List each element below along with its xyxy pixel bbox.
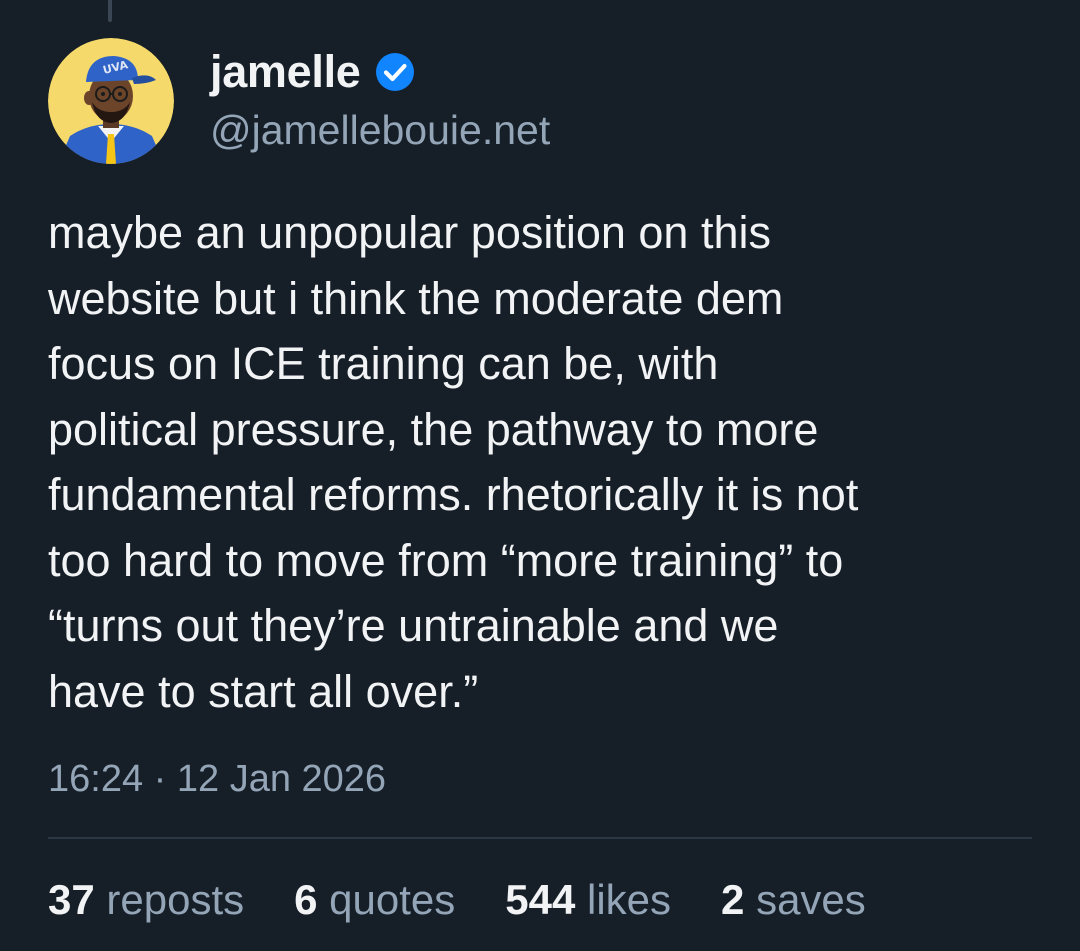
- author-name-row: jamelle: [210, 41, 550, 103]
- likes-count: 544: [505, 876, 576, 923]
- post-header: UVA jamelle @jamellebouie.net: [48, 38, 550, 164]
- post-timestamp: 16:24 · 12 Jan 2026: [48, 758, 387, 800]
- quotes-count: 6: [294, 876, 318, 923]
- saves-stat[interactable]: 2 saves: [721, 872, 866, 928]
- author-block: jamelle @jamellebouie.net: [210, 41, 550, 154]
- quotes-stat[interactable]: 6 quotes: [294, 872, 455, 928]
- saves-count: 2: [721, 876, 745, 923]
- reposts-stat[interactable]: 37 reposts: [48, 872, 244, 928]
- verified-badge-icon: [375, 52, 415, 92]
- avatar-illustration: UVA: [48, 38, 174, 164]
- likes-label: likes: [587, 876, 672, 923]
- author-handle[interactable]: @jamellebouie.net: [210, 107, 550, 154]
- quotes-label: quotes: [329, 876, 456, 923]
- engagement-stats: 37 reposts 6 quotes 544 likes 2 saves: [48, 872, 916, 928]
- divider: [48, 837, 1032, 839]
- avatar[interactable]: UVA: [48, 38, 174, 164]
- author-display-name[interactable]: jamelle: [210, 46, 361, 98]
- reposts-label: reposts: [106, 876, 245, 923]
- likes-stat[interactable]: 544 likes: [505, 872, 671, 928]
- reposts-count: 37: [48, 876, 95, 923]
- thread-connector-line: [108, 0, 112, 22]
- saves-label: saves: [756, 876, 866, 923]
- post-text: maybe an unpopular position on this webs…: [48, 207, 859, 717]
